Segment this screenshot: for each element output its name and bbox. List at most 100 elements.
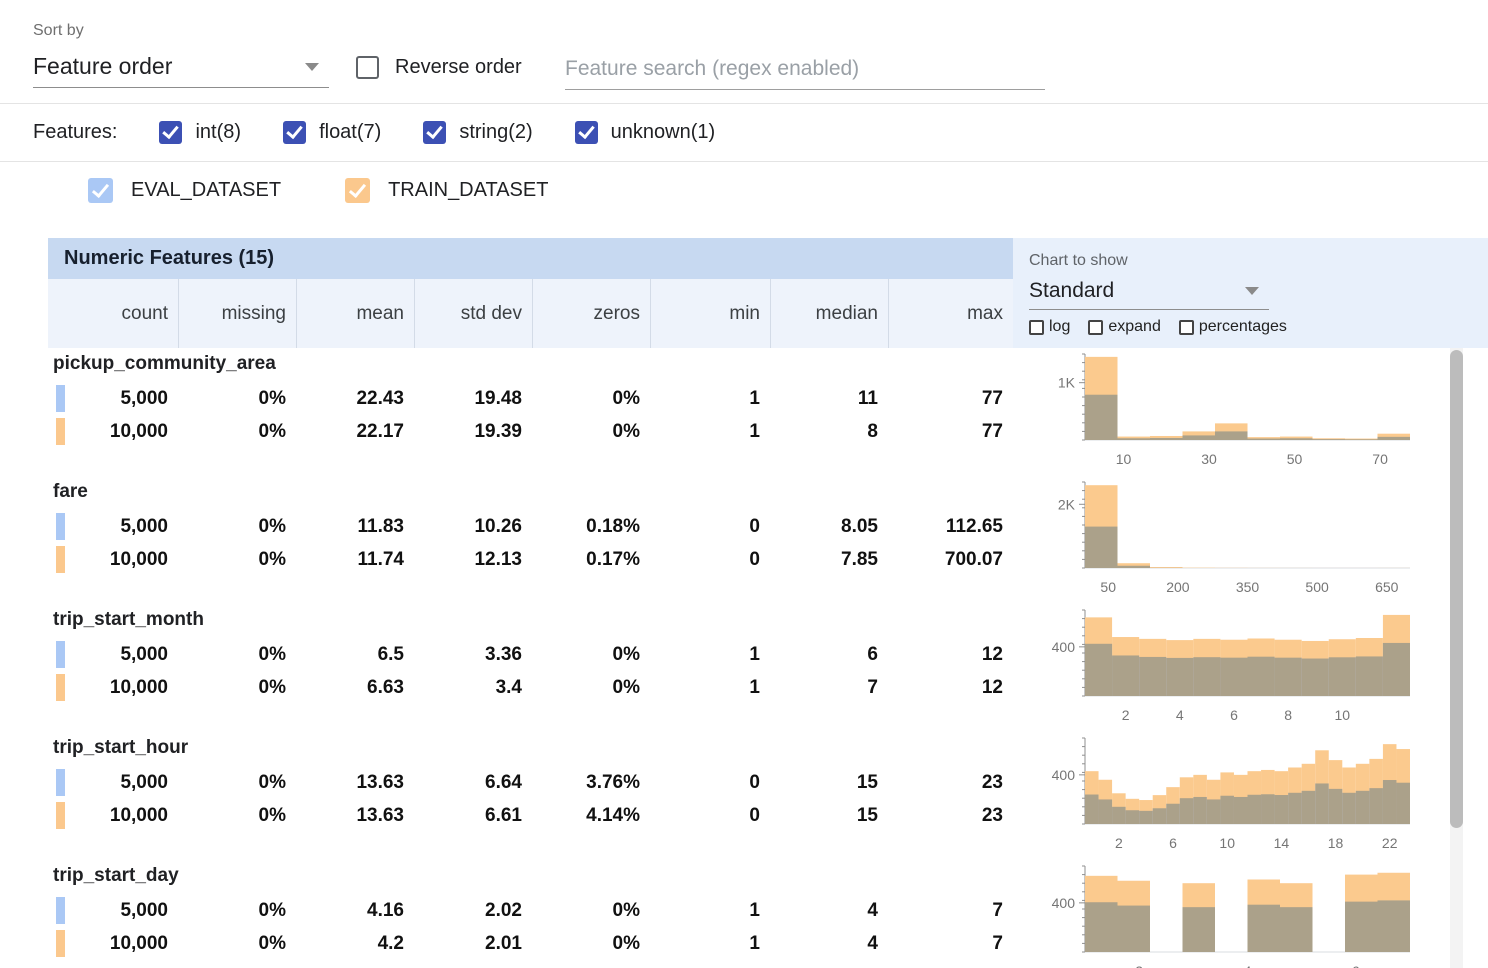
stat-zeros: 0% <box>532 415 650 448</box>
sort-by-select[interactable]: Feature order <box>33 46 329 88</box>
stat-zeros: 3.76% <box>532 766 650 799</box>
feature-filter-string-2[interactable]: string(2) <box>423 121 532 144</box>
svg-text:22: 22 <box>1382 835 1398 851</box>
histogram-trip-start-month: 400246810 <box>1013 604 1488 732</box>
stat-min: 1 <box>650 894 770 927</box>
stat-zeros: 0% <box>532 671 650 704</box>
stat-count: 10,000 <box>48 415 178 448</box>
dataset-label: TRAIN_DATASET <box>388 179 548 202</box>
stat-missing: 0% <box>178 927 296 960</box>
stat-std_dev: 10.26 <box>414 510 532 543</box>
scrollbar-thumb[interactable] <box>1450 350 1463 828</box>
chart-option-label: percentages <box>1199 318 1287 336</box>
column-header-count: count <box>48 279 178 348</box>
svg-text:50: 50 <box>1287 451 1303 467</box>
stat-median: 15 <box>770 766 888 799</box>
feature-filter-unknown-1[interactable]: unknown(1) <box>575 121 716 144</box>
svg-text:500: 500 <box>1305 579 1329 595</box>
stat-std_dev: 19.48 <box>414 382 532 415</box>
chart-option-percentages[interactable]: percentages <box>1179 318 1287 336</box>
train-dataset-swatch <box>56 802 65 829</box>
checkbox-icon[interactable] <box>575 121 598 144</box>
svg-text:10: 10 <box>1335 707 1351 723</box>
train-stats-row: 10,0000%4.22.010%147 <box>48 927 1013 960</box>
stat-min: 1 <box>650 415 770 448</box>
feature-name: trip_start_hour <box>48 737 1013 766</box>
column-header-row: countmissingmeanstd devzerosminmedianmax <box>48 279 1013 348</box>
stat-count: 10,000 <box>48 799 178 832</box>
checkbox-icon[interactable] <box>1179 320 1194 335</box>
chart-option-expand[interactable]: expand <box>1088 318 1161 336</box>
stat-count: 10,000 <box>48 927 178 960</box>
checkbox-icon[interactable] <box>1088 320 1103 335</box>
stat-zeros: 0% <box>532 638 650 671</box>
feature-filter-label: unknown(1) <box>611 121 716 144</box>
chart-to-show-label: Chart to show <box>1029 252 1488 270</box>
stat-median: 7 <box>770 671 888 704</box>
feature-filter-items: int(8) float(7) string(2) unknown(1) <box>117 121 715 144</box>
checkbox-icon[interactable] <box>423 121 446 144</box>
stat-zeros: 0% <box>532 927 650 960</box>
column-header-zeros: zeros <box>532 279 650 348</box>
eval-stats-row: 5,0000%11.8310.260.18%08.05112.65 <box>48 510 1013 543</box>
histogram-fare: 2K50200350500650 <box>1013 476 1488 604</box>
checkbox-icon[interactable] <box>159 121 182 144</box>
svg-text:200: 200 <box>1166 579 1190 595</box>
dataset-toggle-train-dataset[interactable]: TRAIN_DATASET <box>345 178 548 203</box>
stat-max: 77 <box>888 415 1013 448</box>
stat-min: 0 <box>650 766 770 799</box>
stat-missing: 0% <box>178 543 296 576</box>
stat-missing: 0% <box>178 510 296 543</box>
column-header-std-dev: std dev <box>414 279 532 348</box>
chart-option-log[interactable]: log <box>1029 318 1070 336</box>
stat-max: 7 <box>888 894 1013 927</box>
svg-text:650: 650 <box>1375 579 1399 595</box>
svg-text:6: 6 <box>1230 707 1238 723</box>
checkbox-icon[interactable] <box>345 178 370 203</box>
stat-missing: 0% <box>178 415 296 448</box>
svg-text:1K: 1K <box>1058 375 1076 391</box>
features-label: Features: <box>33 121 117 144</box>
svg-text:350: 350 <box>1236 579 1260 595</box>
checkbox-icon[interactable] <box>1029 320 1044 335</box>
column-header-missing: missing <box>178 279 296 348</box>
feature-search-input[interactable] <box>565 48 1045 90</box>
stat-zeros: 0% <box>532 382 650 415</box>
svg-text:4: 4 <box>1244 963 1252 968</box>
stat-std_dev: 19.39 <box>414 415 532 448</box>
stat-min: 1 <box>650 671 770 704</box>
stat-zeros: 0% <box>532 894 650 927</box>
dataset-toggle-eval-dataset[interactable]: EVAL_DATASET <box>88 178 281 203</box>
checkbox-icon[interactable] <box>283 121 306 144</box>
stat-mean: 11.83 <box>296 510 414 543</box>
checkbox-icon[interactable] <box>88 178 113 203</box>
numeric-features-header: Numeric Features (15) <box>48 238 1013 279</box>
stat-max: 77 <box>888 382 1013 415</box>
stat-mean: 13.63 <box>296 799 414 832</box>
svg-text:6: 6 <box>1352 963 1360 968</box>
stat-median: 6 <box>770 638 888 671</box>
column-header-min: min <box>650 279 770 348</box>
eval-dataset-swatch <box>56 769 65 796</box>
feature-block-fare: fare5,0000%11.8310.260.18%08.05112.6510,… <box>48 476 1013 604</box>
feature-filter-float-7[interactable]: float(7) <box>283 121 381 144</box>
stat-count: 5,000 <box>48 638 178 671</box>
reverse-order-toggle[interactable]: Reverse order <box>356 56 522 79</box>
reverse-order-label: Reverse order <box>395 56 522 79</box>
chevron-down-icon <box>1245 287 1259 295</box>
stat-mean: 4.2 <box>296 927 414 960</box>
stat-median: 8 <box>770 415 888 448</box>
reverse-order-checkbox[interactable] <box>356 56 379 79</box>
eval-stats-row: 5,0000%4.162.020%147 <box>48 894 1013 927</box>
feature-block-trip-start-day: trip_start_day5,0000%4.162.020%14710,000… <box>48 860 1013 968</box>
train-stats-row: 10,0000%13.636.614.14%01523 <box>48 799 1013 832</box>
stat-min: 1 <box>650 382 770 415</box>
chart-option-label: expand <box>1108 318 1161 336</box>
feature-filter-label: string(2) <box>459 121 532 144</box>
overview-content: Numeric Features (15) countmissingmeanst… <box>48 238 1488 968</box>
feature-filter-int-8[interactable]: int(8) <box>159 121 241 144</box>
chart-option-checkboxes: log expand percentages <box>1029 318 1488 336</box>
chart-controls-panel: Chart to show Standard log expand percenta… <box>1013 238 1488 348</box>
dataset-legend: EVAL_DATASET TRAIN_DATASET <box>0 162 1488 218</box>
chart-type-select[interactable]: Standard <box>1029 272 1269 310</box>
